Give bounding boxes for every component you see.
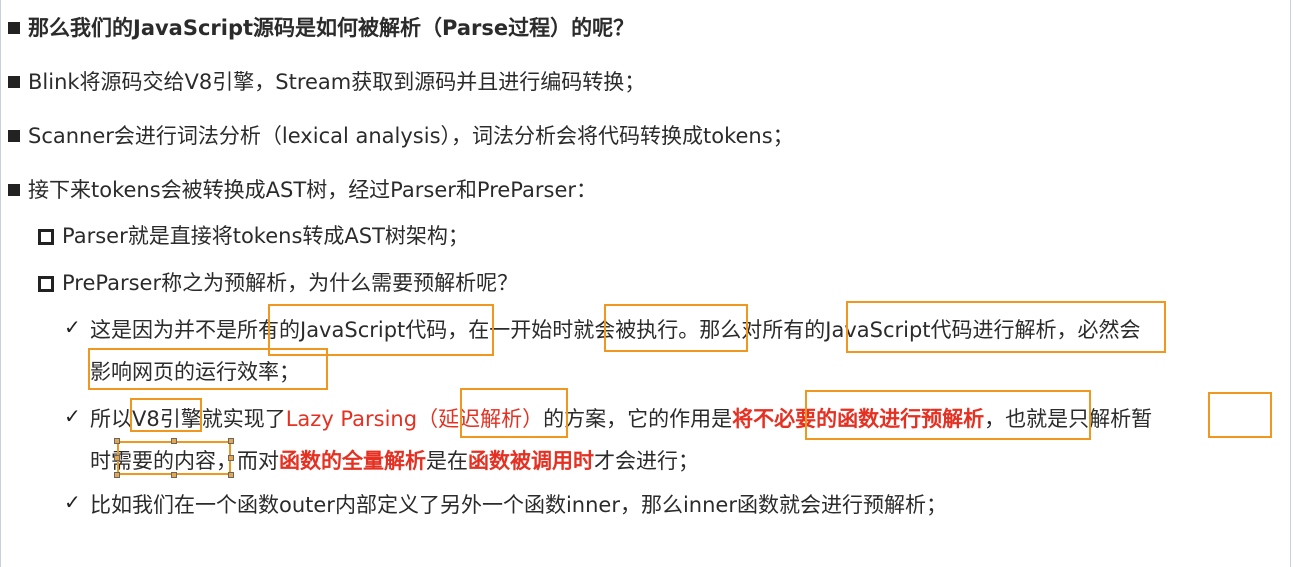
check-item-efficiency: 影响网页的运行效率；: [90, 360, 300, 384]
resize-handle[interactable]: [171, 472, 177, 478]
square-bullet-icon: [8, 22, 20, 34]
right-border: [1290, 0, 1291, 567]
text-segment: ，也就是只解析暂: [984, 407, 1153, 431]
square-bullet-icon: [8, 76, 20, 88]
bullet-blink-stream: Blink将源码交给V8引擎，Stream获取到源码并且进行编码转换；: [28, 70, 646, 94]
text-segment: 是在: [426, 449, 468, 473]
full-parse-term: 函数的全量解析: [279, 449, 426, 473]
left-border: [0, 0, 1, 567]
checkmark-icon: ✓: [64, 490, 81, 514]
checkmark-icon: ✓: [64, 315, 81, 339]
sub-bullet-parser: Parser就是直接将tokens转成AST树架构；: [62, 224, 469, 248]
text-segment: 的方案，它的作用是: [543, 407, 733, 431]
hollow-square-bullet-icon: [38, 276, 54, 292]
resize-handle[interactable]: [114, 438, 120, 444]
sub-bullet-preparser: PreParser称之为预解析，为什么需要预解析呢？: [62, 271, 519, 295]
slide: 那么我们的JavaScript源码是如何被解析（Parse过程）的呢？ Blin…: [0, 0, 1293, 567]
selected-annotation-box[interactable]: [117, 441, 231, 475]
hollow-square-bullet-icon: [38, 229, 54, 245]
check-item-not-all-executed: 这是因为并不是所有的JavaScript代码，在一开始时就会被执行。那么对所有的…: [90, 318, 1141, 342]
check-item-inner-function: 比如我们在一个函数outer内部定义了另外一个函数inner，那么inner函数…: [90, 493, 947, 517]
when-called-term: 函数被调用时: [468, 449, 594, 473]
resize-handle[interactable]: [114, 455, 120, 461]
square-bullet-icon: [8, 184, 20, 196]
heading-question: 那么我们的JavaScript源码是如何被解析（Parse过程）的呢？: [28, 16, 635, 40]
bullet-tokens-ast: 接下来tokens会被转换成AST树，经过Parser和PreParser：: [28, 178, 598, 202]
preparse-unneeded-term: 将不必要的函数进行预解析: [732, 407, 985, 431]
check-item-lazy-parsing: 所以V8引擎就实现了Lazy Parsing（延迟解析）的方案，它的作用是将不必…: [90, 405, 1152, 433]
resize-handle[interactable]: [114, 472, 120, 478]
bullet-scanner: Scanner会进行词法分析（lexical analysis），词法分析会将代…: [28, 124, 794, 148]
square-bullet-icon: [8, 130, 20, 142]
lazy-parsing-term: Lazy Parsing（延迟解析）: [285, 407, 544, 431]
resize-handle[interactable]: [228, 472, 234, 478]
text-segment: 所以V8引擎就实现了: [90, 407, 286, 431]
checkmark-icon: ✓: [64, 404, 81, 428]
annotation-box[interactable]: [1208, 392, 1272, 438]
resize-handle[interactable]: [171, 438, 177, 444]
resize-handle[interactable]: [228, 438, 234, 444]
resize-handle[interactable]: [228, 455, 234, 461]
text-segment: 才会进行；: [594, 449, 699, 473]
